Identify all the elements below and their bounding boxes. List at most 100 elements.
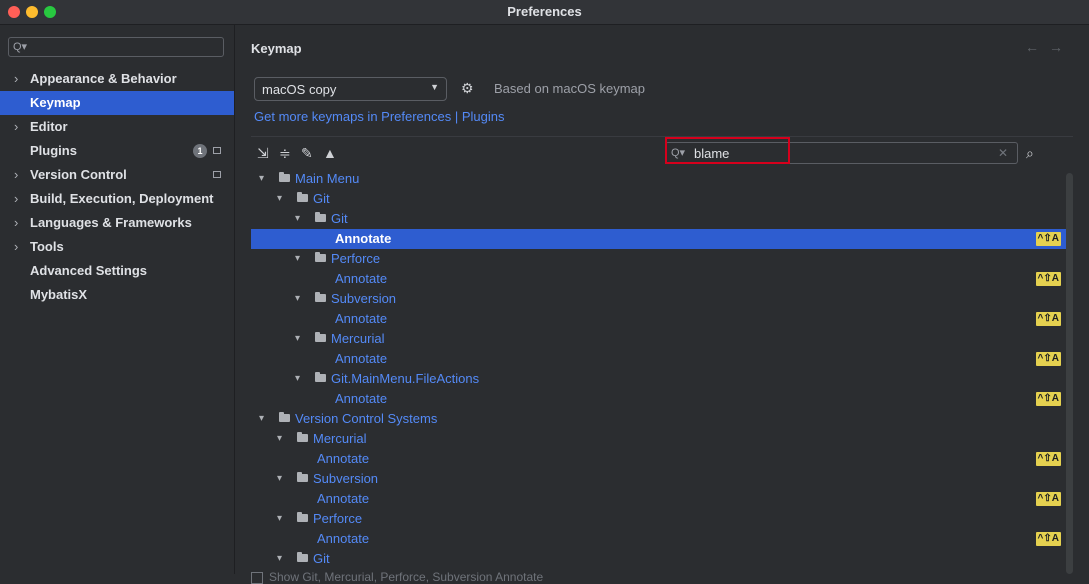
chevron-down-icon[interactable]: ▾: [277, 549, 289, 569]
tree-action-row[interactable]: Annotate ^⇧A: [251, 349, 1073, 369]
tree-folder-row[interactable]: ▾ Mercurial: [251, 429, 1073, 449]
tree-scrollbar[interactable]: [1066, 173, 1073, 574]
folder-icon: [315, 372, 326, 382]
tree-folder-row[interactable]: ▾ Git.MainMenu.FileActions: [251, 369, 1073, 389]
main-menu-icon: [279, 172, 290, 182]
sidebar-item-label: Languages & Frameworks: [30, 215, 192, 230]
edit-icon[interactable]: ✎: [301, 145, 323, 162]
tree-folder-row[interactable]: ▾ Mercurial: [251, 329, 1073, 349]
tree-action-row[interactable]: Annotate ^⇧A: [251, 389, 1073, 409]
tree-item-label: Annotate: [335, 311, 388, 326]
tree-folder-row[interactable]: ▾ Git: [251, 549, 1073, 569]
tree-item-label: Subversion: [313, 471, 379, 486]
folder-icon: [315, 212, 326, 222]
tree-item-label: Annotate: [335, 351, 388, 366]
sidebar-item-label: Editor: [30, 119, 68, 134]
shortcut-badge: ^⇧A: [1035, 232, 1061, 246]
sidebar-item[interactable]: Plugins 1: [0, 139, 234, 163]
clear-search-icon[interactable]: ✕: [998, 146, 1008, 160]
tree-toolbar: ⇲ ≑ ✎ ▲: [257, 145, 345, 162]
tree-action-row[interactable]: Annotate ^⇧A: [251, 489, 1073, 509]
tree-item-label: Annotate: [317, 451, 370, 466]
tree-folder-row[interactable]: ▾ Git: [251, 209, 1073, 229]
sidebar-item-label: Version Control: [30, 167, 127, 182]
tree-action-row[interactable]: Annotate ^⇧A: [251, 269, 1073, 289]
shortcut-badge: ^⇧A: [1035, 492, 1061, 506]
back-arrow-icon[interactable]: ←: [1025, 39, 1049, 55]
tree-item-label: Perforce: [331, 251, 381, 266]
chevron-down-icon[interactable]: ▾: [277, 189, 289, 209]
tree-item-label: Subversion: [331, 291, 397, 306]
sidebar-item-label: Build, Execution, Deployment: [30, 191, 214, 206]
gear-icon[interactable]: ⚙: [461, 80, 474, 97]
sidebar-item[interactable]: › Languages & Frameworks: [0, 211, 234, 235]
tree-item-label: Annotate: [335, 391, 388, 406]
chevron-down-icon[interactable]: ▾: [295, 249, 307, 269]
actions-tree: ▾ Main Menu ▾ Git ▾ Git Annotate ^⇧A ▾ Perforce An…: [251, 169, 1073, 574]
sidebar-item[interactable]: › Appearance & Behavior: [0, 67, 234, 91]
expand-all-icon[interactable]: ⇲: [257, 145, 279, 162]
tree-item-label: Perforce: [313, 511, 363, 526]
tree-folder-row[interactable]: ▾ Perforce: [251, 509, 1073, 529]
tree-folder-row[interactable]: ▾ Main Menu: [251, 169, 1073, 189]
tree-folder-row[interactable]: ▾ Subversion: [251, 469, 1073, 489]
folder-icon: [297, 552, 308, 562]
folder-icon: [315, 292, 326, 302]
tree-action-row[interactable]: Annotate ^⇧A: [251, 229, 1073, 249]
divider: [251, 136, 1073, 137]
chevron-down-icon[interactable]: ▾: [295, 369, 307, 389]
sidebar-item[interactable]: MybatisX: [0, 283, 234, 307]
collapse-all-icon[interactable]: ≑: [279, 145, 301, 162]
tree-folder-row[interactable]: ▾ Subversion: [251, 289, 1073, 309]
sidebar-item[interactable]: › Build, Execution, Deployment: [0, 187, 234, 211]
sidebar-item-label: Tools: [30, 239, 64, 254]
tree-action-row[interactable]: Annotate ^⇧A: [251, 309, 1073, 329]
tree-item-label: Annotate: [317, 531, 370, 546]
chevron-down-icon[interactable]: ▾: [277, 469, 289, 489]
tree-item-label: Mercurial: [313, 431, 367, 446]
tree-action-row[interactable]: Annotate ^⇧A: [251, 529, 1073, 549]
search-highlight-box: [665, 137, 790, 164]
shortcut-badge: ^⇧A: [1035, 392, 1061, 406]
chevron-down-icon[interactable]: ▾: [295, 329, 307, 349]
keymap-select[interactable]: macOS copy ▼: [254, 77, 447, 101]
chevron-down-icon[interactable]: ▾: [259, 409, 271, 429]
forward-arrow-icon[interactable]: →: [1049, 39, 1073, 55]
tree-folder-row[interactable]: ▾ Perforce: [251, 249, 1073, 269]
tree-item-label: Git.MainMenu.FileActions: [331, 371, 480, 386]
tree-item-label: Annotate: [335, 271, 388, 286]
option-label: Show Git, Mercurial, Perforce, Subversio…: [269, 570, 544, 584]
get-more-keymaps-link[interactable]: Get more keymaps in Preferences | Plugin…: [254, 109, 505, 124]
based-on-label: Based on macOS keymap: [494, 81, 646, 96]
sidebar-item[interactable]: Advanced Settings: [0, 259, 234, 283]
shortcut-badge: ^⇧A: [1035, 312, 1061, 326]
find-shortcut-icon[interactable]: ⌕: [1026, 145, 1034, 162]
folder-icon: [279, 412, 290, 422]
chevron-down-icon[interactable]: ▾: [295, 289, 307, 309]
tree-folder-row[interactable]: ▾ Git: [251, 189, 1073, 209]
warning-icon[interactable]: ▲: [323, 145, 345, 161]
chevron-down-icon[interactable]: ▾: [259, 169, 271, 189]
search-icon: Q▾: [13, 41, 28, 53]
chevron-right-icon: ›: [14, 191, 19, 206]
page-title: Keymap: [251, 41, 302, 56]
chevron-down-icon[interactable]: ▾: [295, 209, 307, 229]
chevron-down-icon[interactable]: ▾: [277, 509, 289, 529]
navigation-arrows: ←→: [1025, 39, 1073, 55]
window-title: Preferences: [507, 4, 582, 19]
sidebar-item[interactable]: › Tools: [0, 235, 234, 259]
sidebar-item[interactable]: › Editor: [0, 115, 234, 139]
tree-item-label: Annotate: [335, 231, 392, 246]
tree-action-row[interactable]: Annotate ^⇧A: [251, 449, 1073, 469]
sidebar-search-input[interactable]: Q▾: [8, 37, 224, 57]
chevron-down-icon[interactable]: ▾: [277, 429, 289, 449]
sidebar-item-label: Appearance & Behavior: [30, 71, 177, 86]
sidebar-item-label: MybatisX: [30, 287, 88, 302]
folder-icon: [297, 472, 308, 482]
sidebar-item[interactable]: Keymap: [0, 91, 234, 115]
sidebar-item[interactable]: › Version Control: [0, 163, 234, 187]
folder-icon: [315, 252, 326, 262]
shortcut-badge: ^⇧A: [1035, 272, 1061, 286]
tree-folder-row[interactable]: ▾ Version Control Systems: [251, 409, 1073, 429]
chevron-right-icon: ›: [14, 167, 19, 182]
